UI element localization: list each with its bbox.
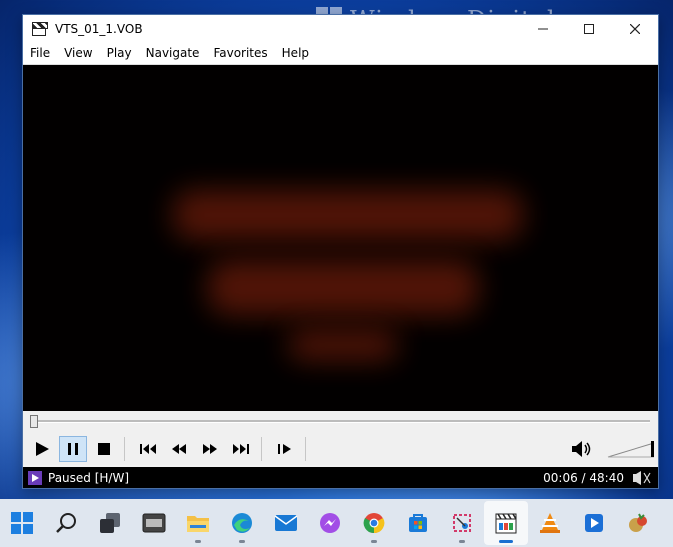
stop-button[interactable] [90, 436, 118, 462]
divider [305, 437, 306, 461]
file-explorer-icon [187, 516, 209, 532]
minimize-button[interactable] [520, 15, 566, 43]
edge-icon [232, 513, 252, 533]
stop-icon [98, 443, 110, 455]
rewind-icon [172, 444, 186, 454]
volume-ramp [607, 441, 655, 458]
maximize-button[interactable] [566, 15, 612, 43]
menu-play[interactable]: Play [100, 43, 139, 64]
windows-start-icon [11, 512, 33, 534]
minimize-icon [538, 28, 548, 30]
play-button[interactable] [28, 436, 56, 462]
fast-forward-icon [203, 444, 217, 454]
close-button[interactable] [612, 15, 658, 43]
status-bar: Paused [H/W] 00:06 / 48:40 [23, 467, 658, 488]
menu-view[interactable]: View [57, 43, 99, 64]
taskbar-widgets[interactable] [132, 501, 176, 545]
volume-slider[interactable] [607, 439, 655, 459]
previous-button[interactable] [134, 436, 162, 462]
taskbar-mpc-hc[interactable] [484, 501, 528, 545]
menu-favorites[interactable]: Favorites [206, 43, 274, 64]
next-button[interactable] [227, 436, 255, 462]
player-window: VTS_01_1.VOB File View Play Navigate Fav… [22, 14, 659, 489]
speaker-icon [572, 441, 591, 457]
mail-icon [274, 515, 298, 531]
time-readout[interactable]: 00:06 / 48:40 [543, 471, 624, 485]
taskbar-start[interactable] [0, 501, 44, 545]
taskbar-store[interactable] [396, 501, 440, 545]
taskbar-messenger[interactable] [308, 501, 352, 545]
video-frame-content [288, 330, 398, 360]
play-status-icon [28, 470, 42, 485]
video-frame-content [208, 260, 478, 315]
chrome-icon [363, 513, 385, 534]
menu-bar: File View Play Navigate Favorites Help [23, 43, 658, 65]
taskbar-mail[interactable] [264, 501, 308, 545]
frame-step-button[interactable] [271, 436, 299, 462]
divider [261, 437, 262, 461]
app-icon [629, 513, 647, 532]
taskbar-file-explorer[interactable] [176, 501, 220, 545]
seek-thumb[interactable] [30, 415, 39, 428]
taskbar-task-view[interactable] [88, 501, 132, 545]
title-bar[interactable]: VTS_01_1.VOB [23, 15, 658, 43]
messenger-icon [320, 513, 340, 533]
volume-gauge-icon [633, 470, 651, 485]
menu-file[interactable]: File [23, 43, 57, 64]
taskbar-search[interactable] [44, 501, 88, 545]
taskbar-vlc[interactable] [528, 501, 572, 545]
widgets-icon [142, 513, 166, 533]
taskbar-app[interactable] [616, 501, 660, 545]
taskbar-chrome[interactable] [352, 501, 396, 545]
mpc-hc-icon [495, 513, 517, 534]
rewind-button[interactable] [165, 436, 193, 462]
taskbar-media-player[interactable] [572, 501, 616, 545]
taskbar-edge[interactable] [220, 501, 264, 545]
pause-button[interactable] [59, 436, 87, 462]
taskbar-snipping-tool[interactable] [440, 501, 484, 545]
seek-track[interactable] [31, 420, 650, 423]
frame-step-icon [278, 444, 291, 454]
video-area[interactable] [23, 65, 658, 411]
playback-status: Paused [H/W] [48, 470, 130, 485]
window-title: VTS_01_1.VOB [55, 22, 143, 36]
fast-forward-button[interactable] [196, 436, 224, 462]
media-player-icon [585, 514, 603, 532]
search-icon [56, 513, 76, 533]
mute-button[interactable] [568, 436, 596, 462]
maximize-icon [584, 24, 594, 34]
close-icon [630, 24, 640, 34]
taskbar [0, 499, 673, 547]
play-icon [36, 442, 49, 456]
next-icon [233, 444, 249, 454]
store-icon [409, 514, 427, 532]
playback-controls [23, 433, 658, 465]
menu-navigate[interactable]: Navigate [139, 43, 207, 64]
video-frame-content [173, 190, 523, 240]
previous-icon [140, 444, 156, 454]
menu-help[interactable]: Help [275, 43, 316, 64]
clapperboard-icon[interactable] [31, 21, 48, 37]
snipping-tool-icon [453, 514, 471, 532]
task-view-icon [100, 513, 120, 533]
vlc-icon [540, 513, 560, 533]
pause-icon [68, 443, 78, 455]
seek-bar[interactable] [23, 411, 658, 433]
divider [124, 437, 125, 461]
